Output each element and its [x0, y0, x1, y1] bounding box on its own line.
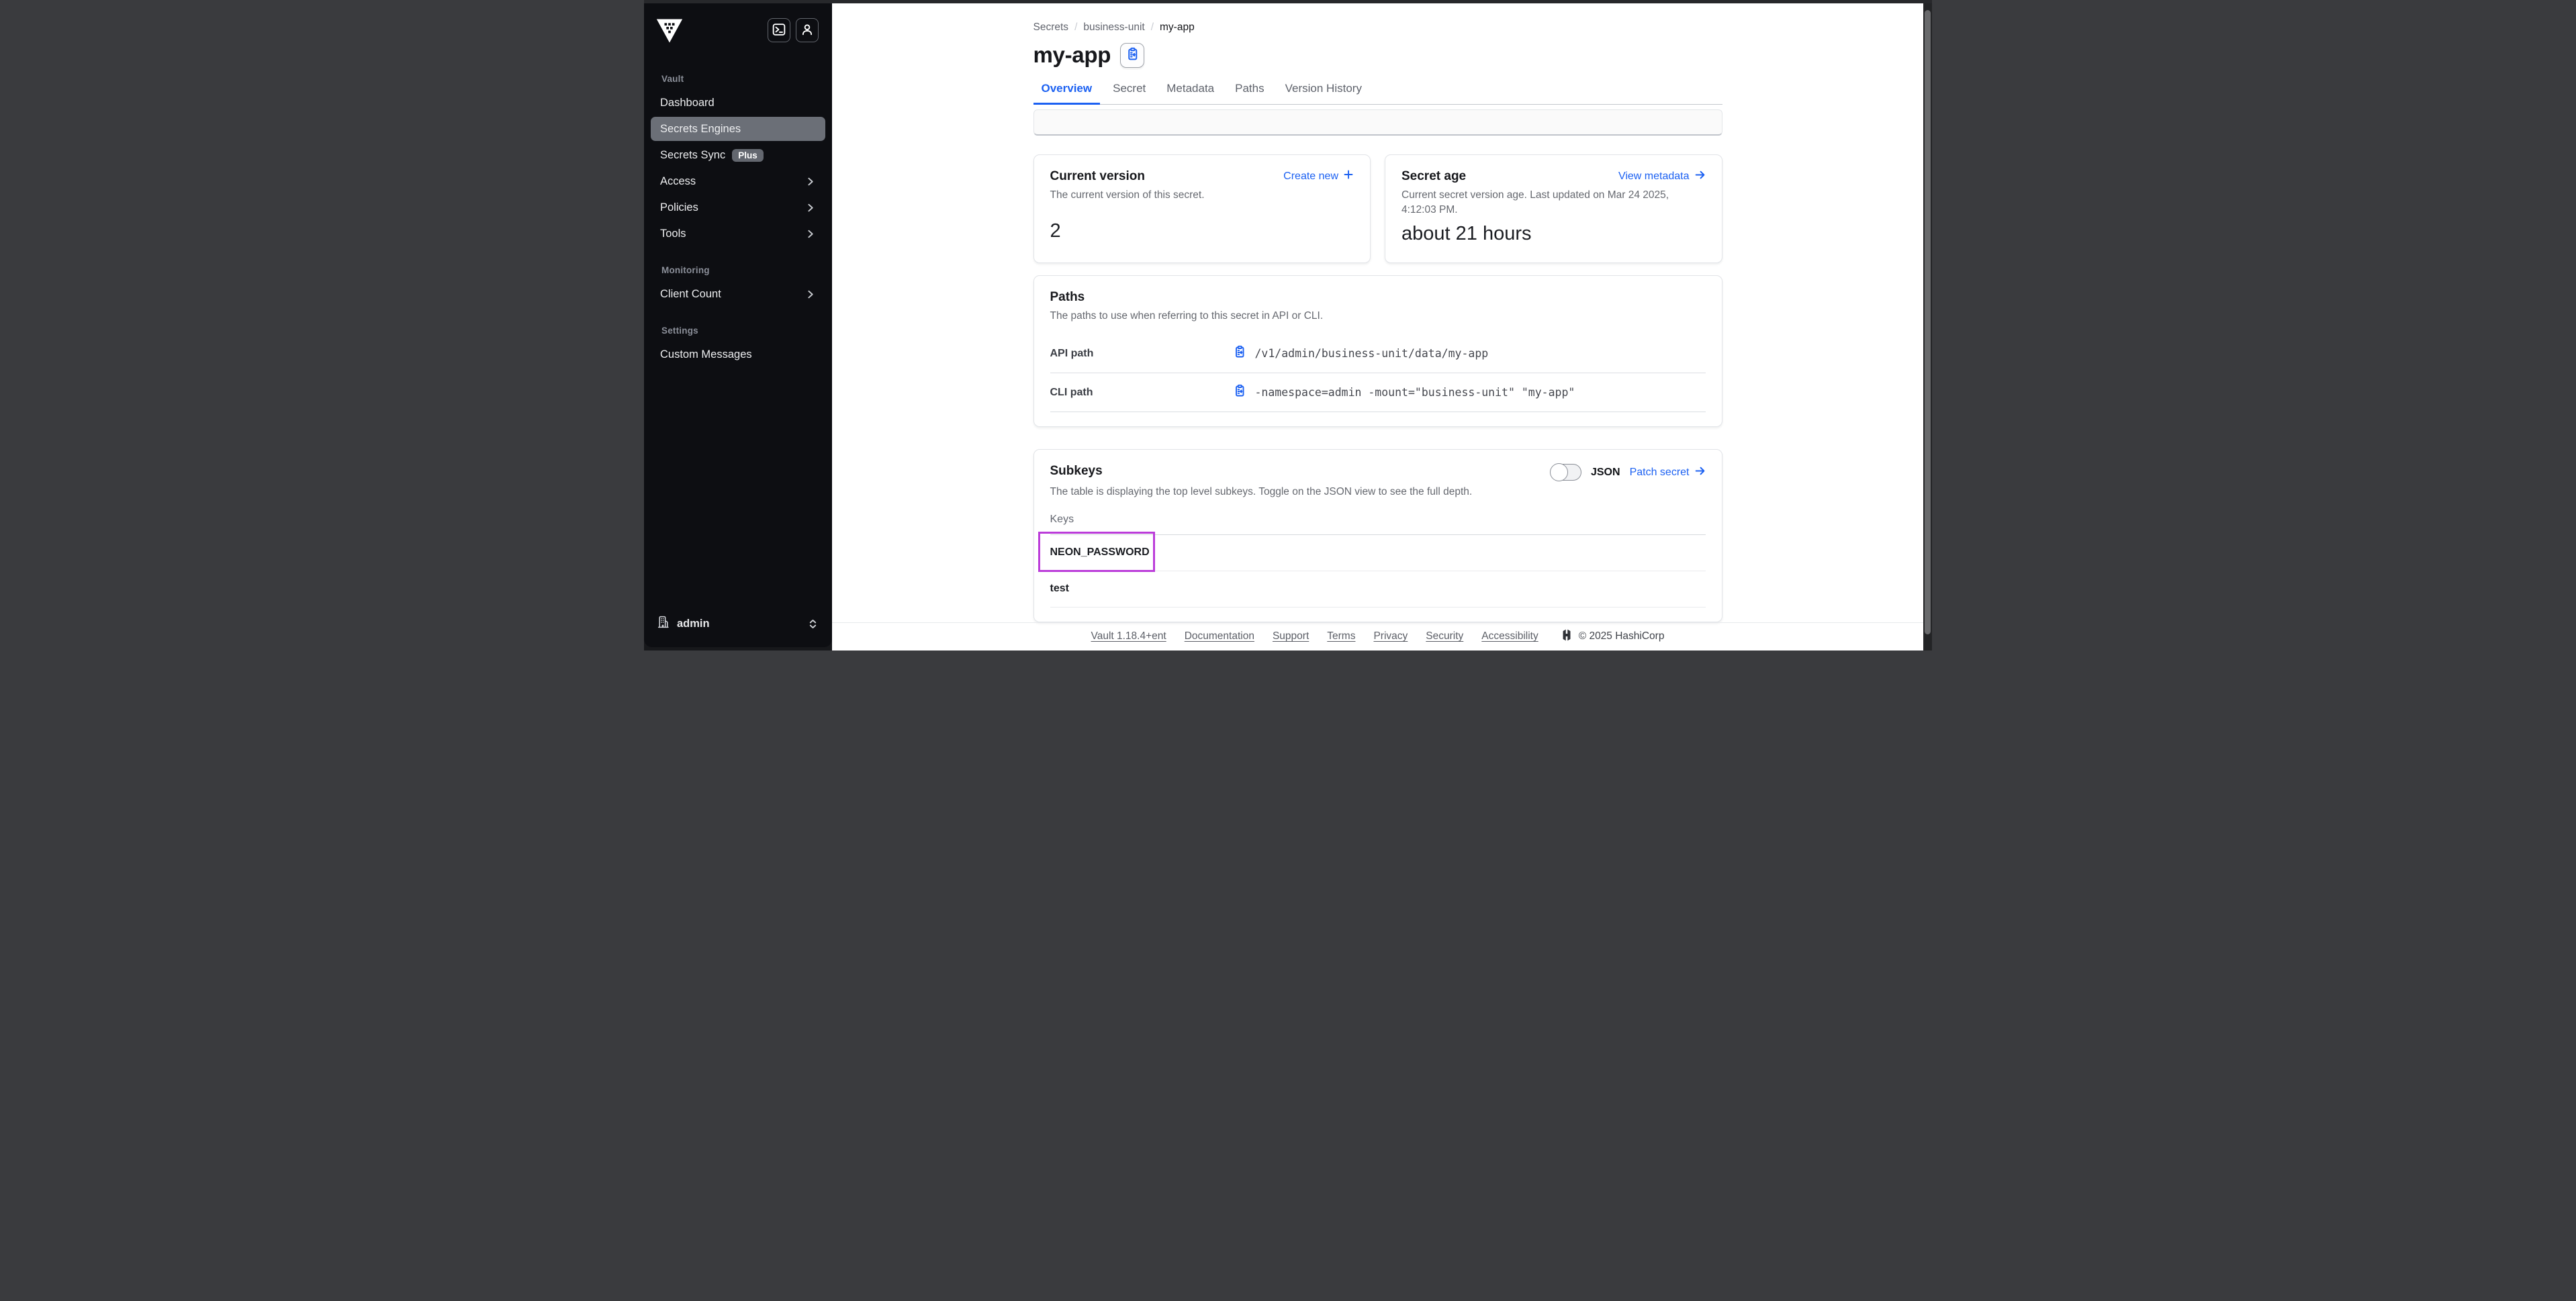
sidebar-item-secrets-sync[interactable]: Secrets Sync Plus — [651, 143, 825, 167]
page-title: my-app — [1033, 42, 1111, 68]
copyright-text: © 2025 HashiCorp — [1579, 630, 1665, 642]
subkeys-description: The table is displaying the top level su… — [1050, 485, 1706, 499]
paths-description: The paths to use when referring to this … — [1050, 309, 1706, 324]
patch-secret-link[interactable]: Patch secret — [1630, 465, 1706, 480]
sidebar-section-monitoring: Monitoring — [651, 265, 825, 275]
footer-link-vault-version[interactable]: Vault 1.18.4+ent — [1091, 630, 1166, 642]
window-scrollbar[interactable] — [1923, 3, 1932, 650]
sidebar-item-tools[interactable]: Tools — [651, 222, 825, 246]
current-version-description: The current version of this secret. — [1050, 188, 1354, 203]
secret-age-value: about 21 hours — [1401, 223, 1706, 245]
view-metadata-link[interactable]: View metadata — [1618, 169, 1706, 184]
api-path-row: API path — [1050, 334, 1706, 373]
clipboard-copy-icon[interactable] — [1233, 345, 1246, 362]
chevron-right-icon — [804, 289, 816, 300]
breadcrumb-separator: / — [1151, 21, 1154, 34]
sidebar-item-custom-messages[interactable]: Custom Messages — [651, 342, 825, 367]
namespace-picker[interactable]: admin — [644, 606, 832, 647]
current-version-value: 2 — [1050, 220, 1354, 242]
namespace-label: admin — [677, 618, 710, 630]
sidebar-item-dashboard[interactable]: Dashboard — [651, 91, 825, 115]
api-path-label: API path — [1050, 348, 1233, 360]
tab-secret[interactable]: Secret — [1105, 78, 1154, 105]
sidebar-item-secrets-engines[interactable]: Secrets Engines — [651, 117, 825, 141]
tab-version-history[interactable]: Version History — [1277, 78, 1370, 105]
footer: Vault 1.18.4+ent Documentation Support T… — [832, 622, 1923, 650]
breadcrumb-business-unit[interactable]: business-unit — [1083, 21, 1144, 34]
secret-age-card: Secret age View metadata Current secret … — [1385, 154, 1722, 263]
current-version-card: Current version Create new The current v… — [1033, 154, 1371, 263]
json-toggle[interactable] — [1551, 464, 1581, 481]
sidebar-section-settings: Settings — [651, 326, 825, 336]
main-area: Secrets / business-unit / my-app my-app — [832, 3, 1923, 650]
cli-path-value: -namespace=admin -mount="business-unit" … — [1255, 386, 1575, 399]
toggle-knob — [1550, 463, 1568, 481]
api-path-value: /v1/admin/business-unit/data/my-app — [1255, 347, 1489, 360]
sidebar-section-vault: Vault — [651, 74, 825, 84]
footer-link-documentation[interactable]: Documentation — [1185, 630, 1254, 642]
paths-card: Paths The paths to use when referring to… — [1033, 275, 1722, 427]
subkeys-table: NEON_PASSWORD test — [1050, 534, 1706, 608]
subkeys-title: Subkeys — [1050, 464, 1103, 479]
tab-bar: Overview Secret Metadata Paths Version H… — [1033, 78, 1722, 105]
vault-app-window: Vault Dashboard Secrets Engines Secrets … — [644, 0, 1932, 650]
breadcrumb-secrets[interactable]: Secrets — [1033, 21, 1069, 34]
user-icon — [800, 23, 814, 38]
tab-overview[interactable]: Overview — [1033, 78, 1101, 105]
footer-link-accessibility[interactable]: Accessibility — [1481, 630, 1538, 642]
create-new-link[interactable]: Create new — [1283, 169, 1354, 183]
scrollbar-thumb[interactable] — [1925, 10, 1931, 634]
arrow-right-icon — [1694, 169, 1706, 184]
console-button[interactable] — [768, 18, 790, 42]
sidebar-outer: Vault Dashboard Secrets Engines Secrets … — [644, 3, 832, 650]
subkeys-card: Subkeys JSON Patch secret — [1033, 449, 1722, 622]
plus-icon — [1343, 169, 1354, 183]
clipboard-copy-icon — [1125, 47, 1140, 63]
secret-age-description: Current secret version age. Last updated… — [1401, 188, 1706, 218]
subkey-row-test[interactable]: test — [1050, 571, 1706, 608]
sidebar-item-client-count[interactable]: Client Count — [651, 282, 825, 306]
breadcrumb-my-app: my-app — [1160, 21, 1195, 34]
keys-column-header: Keys — [1050, 514, 1706, 526]
sidebar-nav: Vault Dashboard Secrets Engines Secrets … — [644, 74, 832, 369]
breadcrumb-separator: / — [1074, 21, 1077, 34]
plus-badge: Plus — [732, 149, 764, 162]
paths-title: Paths — [1050, 290, 1706, 305]
user-menu-button[interactable] — [796, 18, 819, 42]
current-version-title: Current version — [1050, 169, 1145, 184]
tab-paths[interactable]: Paths — [1227, 78, 1272, 105]
footer-link-terms[interactable]: Terms — [1327, 630, 1355, 642]
subkey-row-neon-password[interactable]: NEON_PASSWORD — [1050, 535, 1706, 571]
footer-link-privacy[interactable]: Privacy — [1373, 630, 1408, 642]
tab-metadata[interactable]: Metadata — [1158, 78, 1222, 105]
terminal-icon — [772, 23, 786, 38]
chevrons-up-down-icon — [807, 618, 819, 630]
sidebar-item-access[interactable]: Access — [651, 169, 825, 193]
empty-toolbar — [1033, 109, 1722, 136]
copy-secret-path-button[interactable] — [1120, 43, 1144, 68]
clipboard-copy-icon[interactable] — [1233, 384, 1246, 401]
chevron-right-icon — [804, 228, 816, 240]
breadcrumb: Secrets / business-unit / my-app — [1033, 21, 1722, 34]
sidebar-item-policies[interactable]: Policies — [651, 195, 825, 220]
cli-path-row: CLI path — [1050, 373, 1706, 412]
chevron-right-icon — [804, 176, 816, 187]
footer-link-security[interactable]: Security — [1426, 630, 1463, 642]
chevron-right-icon — [804, 202, 816, 213]
vault-logo-icon — [656, 18, 683, 47]
footer-link-support[interactable]: Support — [1273, 630, 1309, 642]
window-top-edge — [644, 0, 1932, 3]
cli-path-label: CLI path — [1050, 387, 1233, 399]
arrow-right-icon — [1694, 465, 1706, 480]
sidebar: Vault Dashboard Secrets Engines Secrets … — [644, 3, 832, 647]
hashicorp-logo-icon — [1561, 629, 1573, 644]
org-icon — [656, 615, 670, 632]
secret-age-title: Secret age — [1401, 169, 1466, 184]
json-toggle-label: JSON — [1591, 467, 1620, 479]
